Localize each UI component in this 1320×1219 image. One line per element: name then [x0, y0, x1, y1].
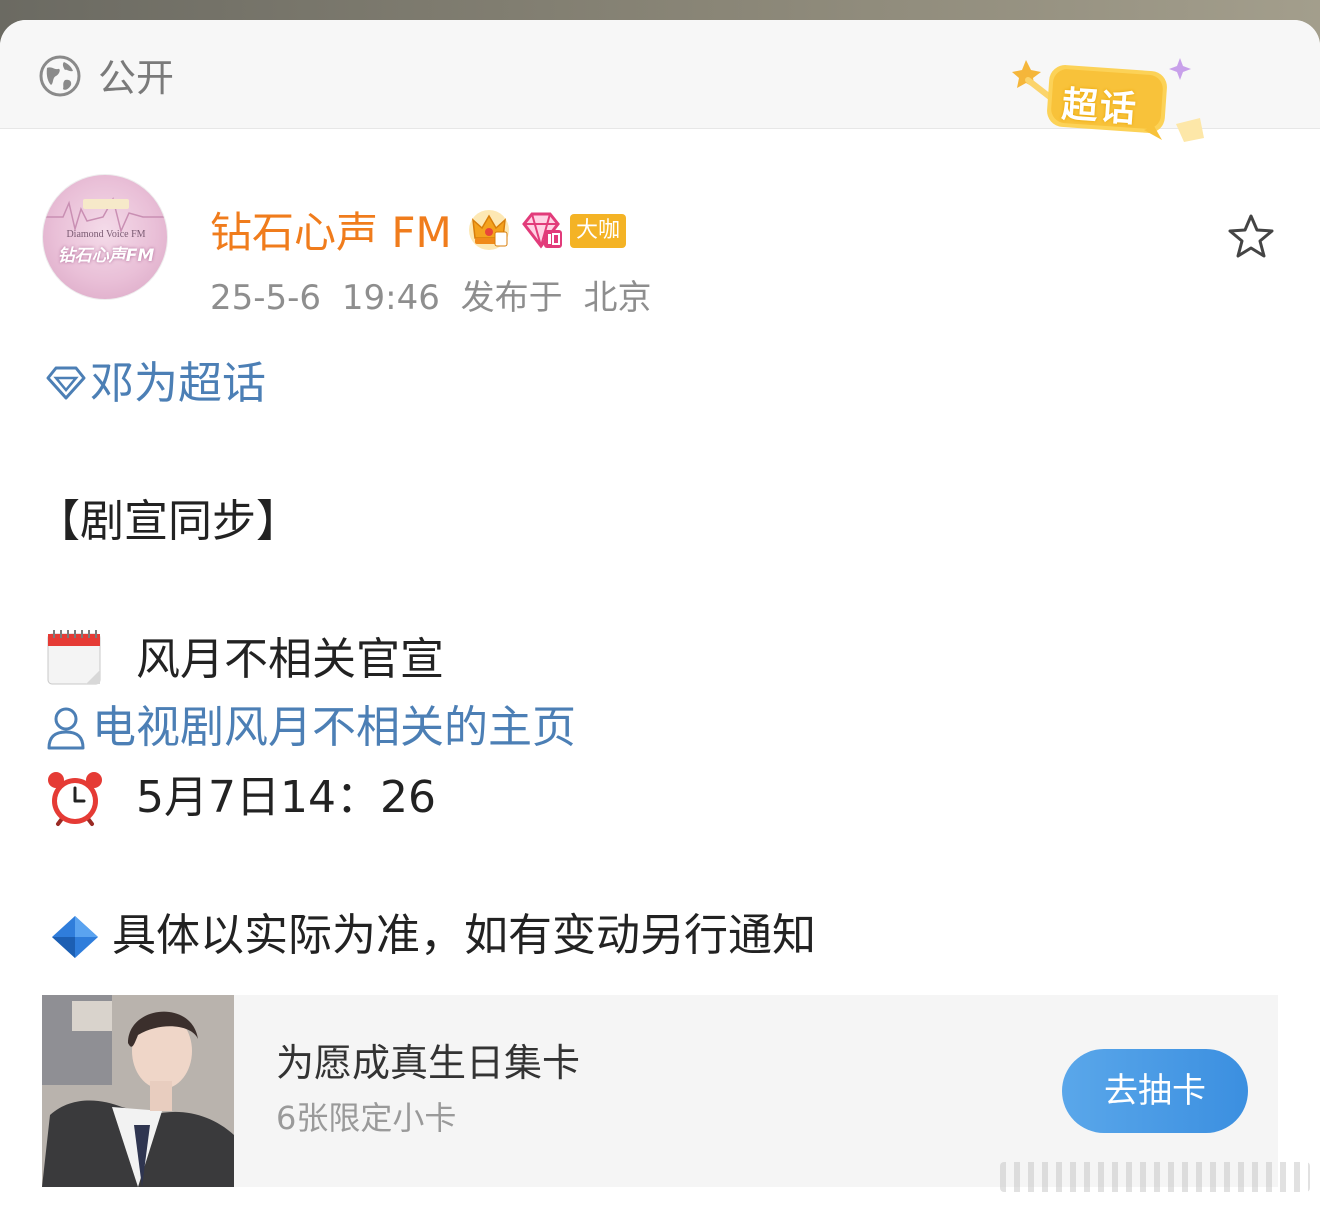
- visibility-label: 公开: [98, 56, 175, 100]
- post-line-notice: 具体以实际为准，如有变动另行通知: [112, 910, 816, 961]
- star-icon[interactable]: [1226, 212, 1276, 262]
- post-line-announcement: 风月不相关官宣: [136, 634, 444, 685]
- post-card: 公开 超话 Diamond Voice FM 钻石心声FM 钻石心声 FM 大咖…: [0, 20, 1320, 1219]
- post-line-time: 5月7日14：26: [136, 772, 436, 823]
- visibility-bar: 公开 超话: [0, 20, 1320, 142]
- promo-subtitle: 6张限定小卡: [276, 1099, 457, 1137]
- level-badge: 大咖: [570, 214, 627, 248]
- drama-homepage-link[interactable]: 电视剧风月不相关的主页: [92, 700, 576, 756]
- user-icon: [47, 707, 85, 750]
- draw-card-button[interactable]: 去抽卡: [1062, 1049, 1248, 1133]
- avatar[interactable]: Diamond Voice FM 钻石心声FM: [42, 174, 168, 300]
- promo-card[interactable]: 为愿成真生日集卡 6张限定小卡 去抽卡: [42, 995, 1278, 1187]
- promo-title: 为愿成真生日集卡: [276, 1041, 581, 1085]
- alarm-clock-icon: [48, 772, 102, 826]
- diamond-icon: [46, 366, 86, 400]
- promo-photo: [42, 995, 234, 1187]
- super-topic-badge-text: 超话: [1060, 84, 1140, 131]
- person-photo-icon: [42, 995, 234, 1187]
- diamond-badge-icon: [522, 212, 562, 249]
- post-meta: 25-5-6 19:46 发布于 北京: [210, 278, 652, 318]
- post-line-tag: 【剧宣同步】: [36, 496, 300, 547]
- watermark: [1000, 1162, 1310, 1192]
- super-topic-link[interactable]: 邓为超话: [90, 356, 266, 412]
- avatar-title: 钻石心声FM: [57, 246, 155, 266]
- calendar-icon: [47, 630, 101, 685]
- globe-icon: [39, 55, 81, 97]
- blue-diamond-icon: [52, 916, 98, 958]
- crown-icon: [469, 210, 509, 250]
- username[interactable]: 钻石心声 FM: [210, 206, 452, 260]
- avatar-caption: Diamond Voice FM: [66, 229, 146, 240]
